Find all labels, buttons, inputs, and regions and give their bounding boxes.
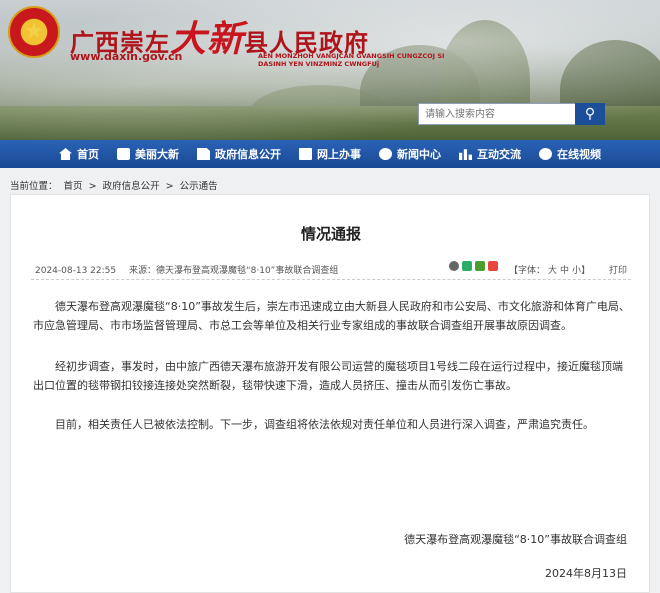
breadcrumb: 当前位置： 首页 > 政府信息公开 > 公示通告: [10, 178, 221, 192]
breadcrumb-item-home[interactable]: 首页: [64, 181, 83, 192]
meta-divider: [31, 279, 631, 280]
national-emblem-icon: [8, 6, 60, 58]
chat-icon: [379, 148, 392, 160]
font-size-close: 】: [581, 266, 591, 276]
article-signer: 德天瀑布登高观瀑魔毯“8·10”事故联合调查组: [404, 533, 627, 546]
font-size-large[interactable]: 大: [548, 266, 557, 276]
site-pinyin-line2: DASINH YEN VINZMINZ CWNGFUj: [258, 60, 380, 68]
site-pinyin-line1: AEN MONZHOH VANGJCAN GVANGSIH CUNGZCOJ S…: [258, 52, 445, 60]
monitor-icon: [299, 148, 312, 160]
breadcrumb-item-gov-info[interactable]: 政府信息公开: [103, 181, 160, 192]
nav-item-label: 互动交流: [477, 148, 521, 161]
nav-item-label: 新闻中心: [397, 148, 441, 161]
search-button[interactable]: ⚲: [575, 103, 605, 125]
article-sign-date: 2024年8月13日: [545, 567, 627, 580]
share-bar: [449, 261, 498, 271]
home-icon: [59, 148, 72, 160]
article-title: 情况通报: [300, 225, 361, 243]
nav-item-label: 在线视频: [557, 148, 601, 161]
breadcrumb-separator: >: [88, 181, 97, 192]
nav-item-label: 网上办事: [317, 148, 361, 161]
bar-chart-icon: [459, 149, 472, 160]
weibo-icon[interactable]: [488, 261, 498, 271]
article-paragraph: 德天瀑布登高观瀑魔毯“8·10”事故发生后，崇左市迅速成立由大新县人民政府和市公…: [33, 300, 630, 332]
nav-item-home[interactable]: 首页: [50, 140, 108, 168]
breadcrumb-item-notices[interactable]: 公示通告: [180, 181, 218, 192]
video-icon: [539, 148, 552, 160]
article-date: 2024-08-13 22:55: [35, 266, 117, 276]
breadcrumb-separator: >: [165, 181, 174, 192]
article-paragraph: 经初步调查，事发时，由中旅广西德天瀑布旅游开发有限公司运营的魔毯项目1号线二段在…: [33, 360, 623, 392]
nav-item-video[interactable]: 在线视频: [530, 140, 610, 168]
article-panel: 情况通报 2024-08-13 22:55 来源：德天瀑布登高观瀑魔毯“8·10…: [10, 194, 650, 593]
nav-item-interaction[interactable]: 互动交流: [450, 140, 530, 168]
nav-item-beautiful-daxin[interactable]: 美丽大新: [108, 140, 188, 168]
wechat-moments-icon[interactable]: [475, 261, 485, 271]
font-size-label: 【字体：: [509, 266, 546, 276]
font-size-small[interactable]: 小: [572, 266, 581, 276]
site-pinyin: AEN MONZHOH VANGJCAN GVANGSIH CUNGZCOJ S…: [258, 52, 444, 68]
nav-item-gov-info[interactable]: 政府信息公开: [188, 140, 290, 168]
share-icon[interactable]: [449, 261, 459, 271]
search-icon: ⚲: [584, 106, 596, 122]
article-paragraph: 目前，相关责任人已被依法控制。下一步，调查组将依法依规对责任单位和人员进行深入调…: [55, 418, 594, 431]
photo-icon: [117, 148, 130, 160]
nav-item-label: 政府信息公开: [215, 148, 281, 161]
article-source: 来源：德天瀑布登高观瀑魔毯“8·10”事故联合调查组: [128, 266, 339, 276]
document-icon: [197, 148, 210, 160]
print-button[interactable]: 打印: [609, 263, 627, 276]
nav-item-news[interactable]: 新闻中心: [370, 140, 450, 168]
font-size-medium[interactable]: 中: [560, 266, 569, 276]
breadcrumb-prefix: 当前位置：: [10, 181, 58, 192]
font-size-control: 【字体：大中小】: [509, 263, 590, 276]
wechat-icon[interactable]: [462, 261, 472, 271]
nav-item-label: 美丽大新: [135, 148, 179, 161]
nav-item-online-services[interactable]: 网上办事: [290, 140, 370, 168]
nav-item-label: 首页: [77, 148, 99, 161]
site-url: www.daxin.gov.cn: [70, 50, 183, 63]
main-nav: 首页 美丽大新 政府信息公开 网上办事 新闻中心 互动交流 在线视频: [0, 140, 660, 168]
article-meta: 2024-08-13 22:55 来源：德天瀑布登高观瀑魔毯“8·10”事故联合…: [35, 263, 338, 276]
